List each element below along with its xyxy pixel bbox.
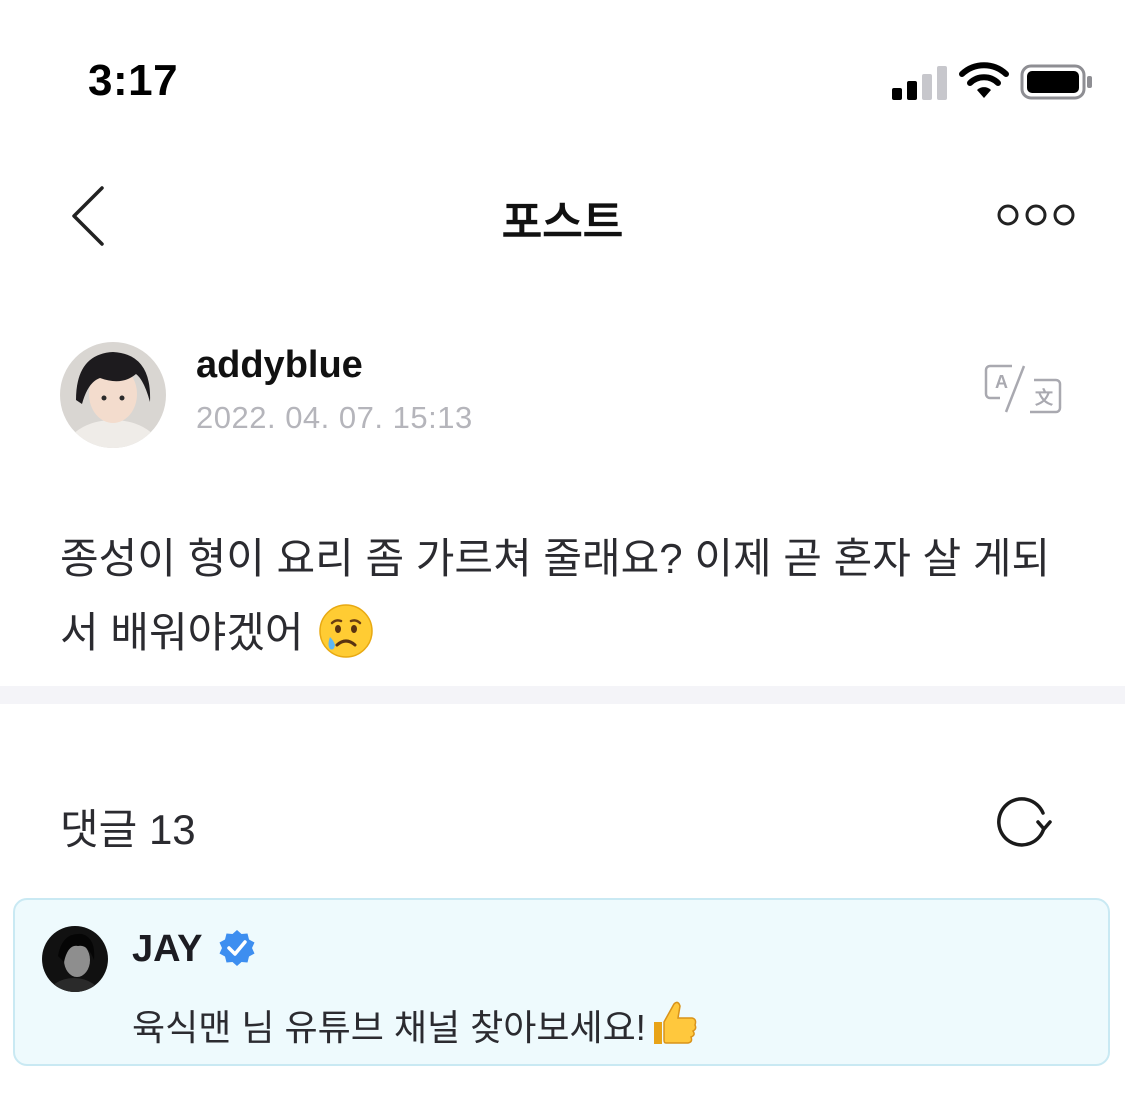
post-text: 종성이 형이 요리 좀 가르쳐 줄래요? 이제 곧 혼자 살 게되서 배워야겠어 — [60, 535, 1051, 656]
comment-text-content: 육식맨 님 유튜브 채널 찾아보세요! — [132, 1007, 646, 1048]
comments-count-label: 댓글 13 — [60, 806, 196, 853]
translate-icon[interactable]: A 文 — [984, 362, 1062, 416]
verified-badge-icon — [219, 930, 255, 966]
thumbs-up-emoji-icon — [653, 1001, 697, 1044]
wifi-icon — [959, 62, 1009, 98]
refresh-icon[interactable] — [994, 792, 1052, 850]
more-options-icon[interactable] — [996, 202, 1076, 228]
comment-text: 육식맨 님 유튜브 채널 찾아보세요! — [132, 998, 698, 1051]
svg-text:文: 文 — [1035, 387, 1054, 409]
commenter-name[interactable]: JAY — [132, 928, 202, 971]
status-time: 3:17 — [88, 56, 179, 105]
section-divider — [0, 686, 1125, 704]
post-body: 종성이 형이 요리 좀 가르쳐 줄래요? 이제 곧 혼자 살 게되서 배워야겠어 — [60, 522, 1070, 670]
cellular-signal-icon — [892, 66, 947, 100]
back-chevron-icon[interactable] — [70, 186, 106, 246]
author-avatar[interactable] — [60, 342, 166, 448]
crying-face-emoji-icon — [318, 604, 373, 658]
svg-text:A: A — [995, 372, 1008, 392]
battery-icon — [1020, 64, 1092, 100]
author-username[interactable]: addyblue — [196, 344, 363, 387]
page-title: 포스트 — [501, 198, 624, 247]
commenter-avatar[interactable] — [42, 926, 108, 992]
post-timestamp: 2022. 04. 07. 15:13 — [196, 400, 473, 435]
